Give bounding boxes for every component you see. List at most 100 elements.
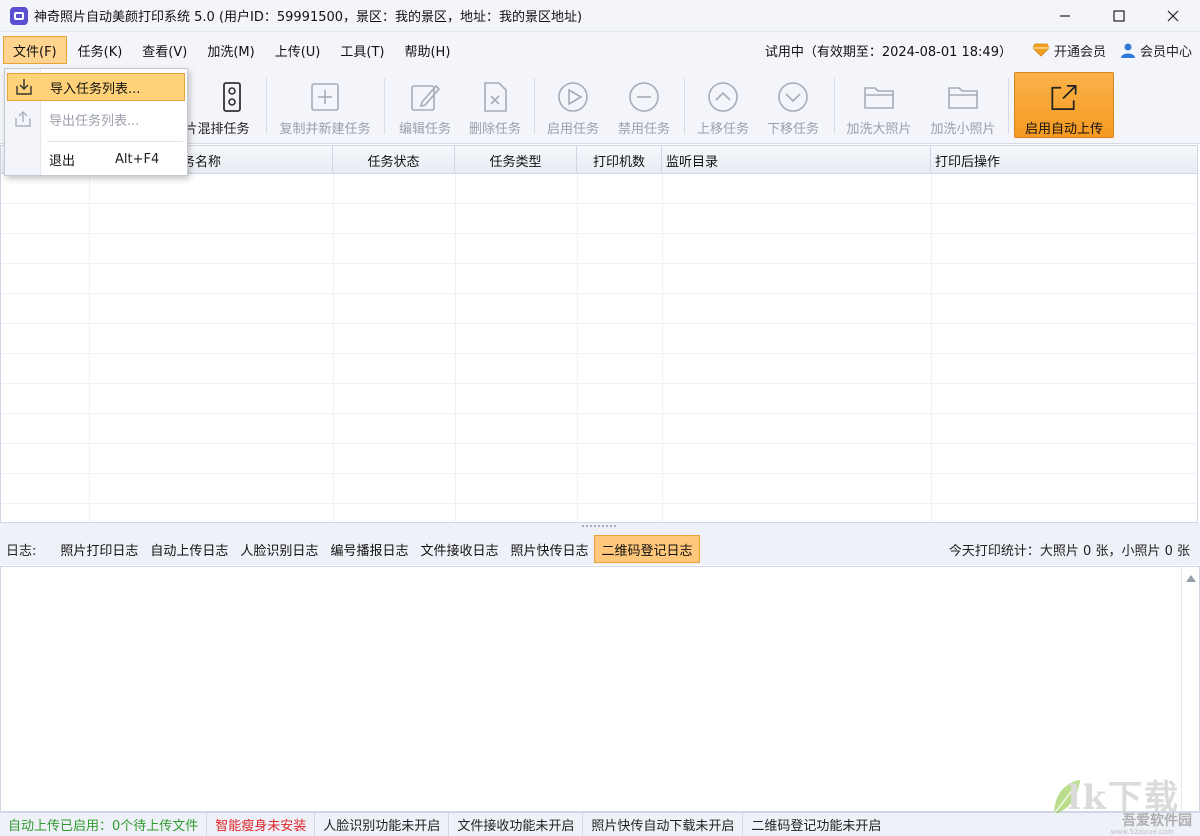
file-menu-dropdown: 导入任务列表... 导出任务列表... 退出 Alt+F4 bbox=[4, 68, 188, 176]
log-scrollbar[interactable] bbox=[1181, 567, 1199, 811]
copy-add-icon bbox=[311, 83, 339, 111]
window-controls bbox=[1038, 0, 1200, 32]
move-up-label: 上移任务 bbox=[696, 122, 749, 137]
share-upload-icon bbox=[1051, 84, 1077, 111]
column-header-post-print[interactable]: 打印后操作 bbox=[931, 146, 1197, 174]
print-stats: 今天打印统计：大照片 0 张，小照片 0 张 bbox=[948, 543, 1190, 559]
maximize-icon bbox=[1113, 10, 1125, 22]
table-row bbox=[1, 354, 1197, 384]
log-tab-photo-print[interactable]: 照片打印日志 bbox=[54, 535, 144, 563]
menu-view[interactable]: 查看(V) bbox=[133, 36, 196, 64]
status-face: 人脸识别功能未开启 bbox=[315, 812, 450, 836]
status-qr: 二维码登记功能未开启 bbox=[751, 819, 882, 834]
window-title: 神奇照片自动美颜打印系统 5.0 (用户ID：59991500，景区：我的景区，… bbox=[34, 10, 583, 25]
maximize-button[interactable] bbox=[1092, 0, 1146, 32]
log-label: 日志: bbox=[6, 543, 37, 559]
column-header-printer-count[interactable]: 打印机数 bbox=[577, 146, 662, 174]
member-center-label: 会员中心 bbox=[1139, 44, 1192, 60]
scroll-up-arrow-icon[interactable] bbox=[1186, 575, 1196, 582]
enable-task-label: 启用任务 bbox=[546, 122, 599, 137]
edit-icon bbox=[411, 84, 441, 111]
import-icon bbox=[8, 73, 40, 101]
log-content-area[interactable] bbox=[0, 566, 1200, 812]
vip-label: 开通会员 bbox=[1053, 44, 1106, 60]
log-tab-number-broadcast[interactable]: 编号播报日志 bbox=[324, 535, 414, 563]
status-file-receive: 文件接收功能未开启 bbox=[449, 812, 584, 836]
menu-reprint[interactable]: 加洗(M) bbox=[198, 36, 263, 64]
menu-file[interactable]: 文件(F) bbox=[3, 36, 67, 64]
edit-task-label: 编辑任务 bbox=[398, 122, 451, 137]
table-row bbox=[1, 204, 1197, 234]
folder-icon bbox=[864, 87, 894, 109]
column-header-task-type[interactable]: 任务类型 bbox=[455, 146, 577, 174]
minimize-button[interactable] bbox=[1038, 0, 1092, 32]
move-down-label: 下移任务 bbox=[766, 122, 819, 137]
delete-task-label: 删除任务 bbox=[468, 122, 521, 137]
minimize-icon bbox=[1060, 15, 1070, 17]
menu-exit-shortcut: Alt+F4 bbox=[115, 151, 160, 167]
splitter-handle[interactable] bbox=[0, 523, 1200, 533]
menu-import-task-list[interactable]: 导入任务列表... bbox=[7, 73, 185, 101]
menu-import-label: 导入任务列表... bbox=[50, 81, 141, 97]
reprint-small-button[interactable]: 加洗小照片 bbox=[924, 72, 1002, 142]
table-row bbox=[1, 414, 1197, 444]
log-tab-quick-transfer[interactable]: 照片快传日志 bbox=[504, 535, 594, 563]
menu-bar: 文件(F) 任务(K) 查看(V) 加洗(M) 上传(U) 工具(T) 帮助(H… bbox=[0, 32, 1200, 68]
menu-upload[interactable]: 上传(U) bbox=[266, 36, 330, 64]
status-slim: 智能瘦身未安装 bbox=[207, 812, 316, 836]
table-row bbox=[1, 324, 1197, 354]
log-tab-bar: 日志: 照片打印日志 自动上传日志 人脸识别日志 编号播报日志 文件接收日志 照… bbox=[0, 533, 1200, 565]
trial-status: 试用中（有效期至：2024-08-01 18:49） bbox=[764, 44, 1012, 60]
close-icon bbox=[1167, 10, 1179, 22]
auto-upload-button[interactable]: 启用自动上传 bbox=[1014, 72, 1114, 138]
status-bar: 自动上传已启用：0个待上传文件 智能瘦身未安装 人脸识别功能未开启 文件接收功能… bbox=[0, 812, 1200, 836]
edit-task-button[interactable]: 编辑任务 bbox=[392, 72, 458, 142]
table-row bbox=[1, 444, 1197, 474]
menu-exit[interactable]: 退出 Alt+F4 bbox=[7, 145, 185, 173]
diamond-icon bbox=[1032, 43, 1050, 57]
column-header-watch-dir[interactable]: 监听目录 bbox=[662, 146, 931, 174]
table-row bbox=[1, 474, 1197, 504]
app-icon bbox=[10, 6, 28, 25]
table-row bbox=[1, 264, 1197, 294]
mixed-task-label: 片混排任务 bbox=[184, 122, 250, 137]
close-button[interactable] bbox=[1146, 0, 1200, 32]
menu-help[interactable]: 帮助(H) bbox=[395, 36, 459, 64]
menu-exit-label: 退出 bbox=[49, 153, 76, 169]
table-row bbox=[1, 384, 1197, 414]
delete-task-button[interactable]: 删除任务 bbox=[462, 72, 528, 142]
column-header-task-status[interactable]: 任务状态 bbox=[333, 146, 455, 174]
status-quick-download: 照片快传自动下载未开启 bbox=[583, 812, 744, 836]
log-tab-auto-upload[interactable]: 自动上传日志 bbox=[144, 535, 234, 563]
table-row bbox=[1, 294, 1197, 324]
folder-icon bbox=[948, 87, 978, 109]
menu-task[interactable]: 任务(K) bbox=[69, 36, 132, 64]
stop-icon bbox=[629, 82, 659, 112]
table-row bbox=[1, 174, 1197, 204]
disable-task-label: 禁用任务 bbox=[617, 122, 670, 137]
table-row bbox=[1, 234, 1197, 264]
copy-new-task-label: 复制并新建任务 bbox=[279, 122, 371, 137]
reprint-large-label: 加洗大照片 bbox=[846, 122, 912, 137]
chevron-up-icon bbox=[708, 82, 738, 112]
reprint-large-button[interactable]: 加洗大照片 bbox=[840, 72, 918, 142]
member-center-button[interactable]: 会员中心 bbox=[1120, 41, 1192, 60]
enable-task-button[interactable]: 启用任务 bbox=[540, 72, 606, 142]
vip-button[interactable]: 开通会员 bbox=[1032, 41, 1106, 60]
log-tab-file-receive[interactable]: 文件接收日志 bbox=[414, 535, 504, 563]
move-down-button[interactable]: 下移任务 bbox=[760, 72, 826, 142]
delete-file-icon bbox=[484, 82, 507, 112]
title-bar: 神奇照片自动美颜打印系统 5.0 (用户ID：59991500，景区：我的景区，… bbox=[0, 0, 1200, 32]
menu-export-task-list[interactable]: 导出任务列表... bbox=[7, 105, 185, 133]
log-tab-face-recognition[interactable]: 人脸识别日志 bbox=[234, 535, 324, 563]
play-icon bbox=[558, 82, 588, 112]
log-tab-qr-register[interactable]: 二维码登记日志 bbox=[594, 535, 700, 563]
export-icon bbox=[7, 105, 39, 133]
menu-tools[interactable]: 工具(T) bbox=[331, 36, 393, 64]
user-icon bbox=[1120, 43, 1135, 58]
disable-task-button[interactable]: 禁用任务 bbox=[611, 72, 677, 142]
mixed-task-icon bbox=[223, 82, 241, 112]
status-auto-upload: 自动上传已启用：0个待上传文件 bbox=[0, 812, 208, 836]
copy-new-task-button[interactable]: 复制并新建任务 bbox=[272, 72, 378, 142]
move-up-button[interactable]: 上移任务 bbox=[690, 72, 756, 142]
